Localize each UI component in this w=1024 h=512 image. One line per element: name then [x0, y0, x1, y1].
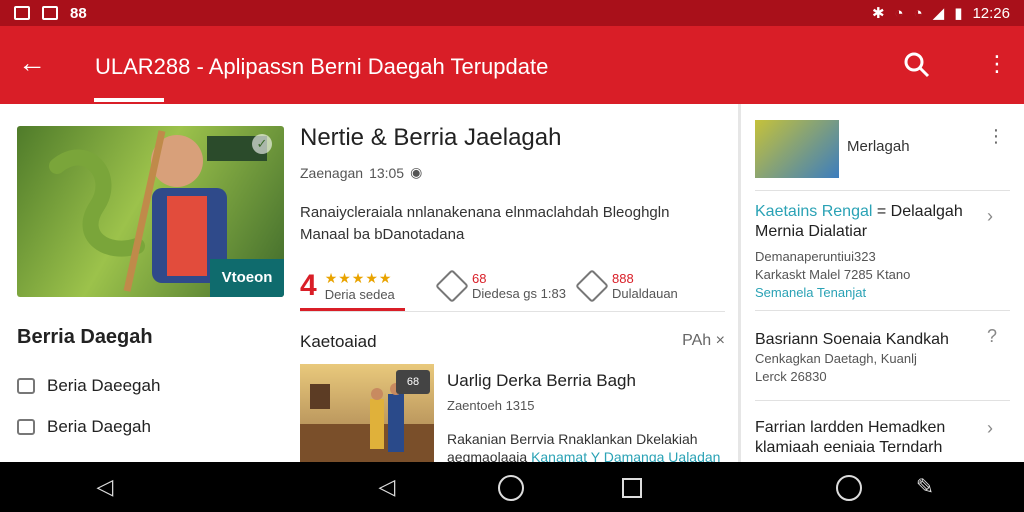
title-highlight: Kaetains Rengal	[755, 203, 873, 220]
card-description: Rakanian Berrvia Rnaklankan Dkelakiah ae…	[447, 430, 727, 466]
nav-assist-icon[interactable]	[836, 475, 862, 501]
divider	[755, 190, 1010, 191]
list-item-title: Kaetains Rengal = Delaalgah Mernia Diala…	[755, 202, 985, 242]
mail-icon	[42, 6, 58, 20]
list-item[interactable]: Farrian lardden Hemadken klamiaah eeniai…	[755, 418, 985, 458]
right-thumbnail[interactable]	[755, 120, 839, 178]
stat-label: Deria sedea	[324, 287, 395, 302]
signal-icon: ◢	[932, 5, 945, 22]
nav-feedback-icon[interactable]: ✎	[912, 475, 938, 501]
chevron-right-icon[interactable]: ›	[987, 418, 993, 439]
tag-icon	[435, 269, 469, 303]
card-meta: Zaentoeh 1315	[447, 398, 534, 413]
status-right: ✱ ◔ ◔ ◢ ▮ 12:26	[871, 4, 1010, 23]
info-icon[interactable]: ◉	[410, 164, 422, 181]
doc-icon	[17, 378, 35, 394]
list-item-sub: Cenkagkan Daetagh, Kuanlj	[755, 351, 917, 366]
list-item[interactable]: Kaetains Rengal = Delaalgah Mernia Diala…	[755, 202, 985, 302]
wifi-icon-2: ◔	[913, 4, 923, 22]
stat-value: 68	[472, 271, 487, 286]
back-arrow-icon[interactable]: ←	[18, 48, 52, 82]
card-thumbnail[interactable]: 68	[300, 364, 434, 462]
stat-label: Diedesa gs 1:83	[472, 286, 566, 301]
card-meta-author: Zaentoeh	[447, 398, 502, 413]
right-column: Merlagah ⋮ Kaetains Rengal = Delaalgah M…	[741, 104, 1024, 462]
rating-value: 4	[300, 269, 317, 302]
tab-indicator	[94, 98, 164, 102]
divider	[755, 400, 1010, 401]
nav-recent-icon[interactable]	[622, 478, 642, 498]
divider	[300, 311, 725, 312]
help-icon[interactable]: ?	[987, 326, 997, 347]
app-title: ULAR288 - Aplipassn Berni Daegah Terupda…	[95, 54, 549, 79]
status-left: 88	[14, 5, 87, 22]
card-title[interactable]: Uarlig Derka Berria Bagh	[447, 371, 636, 391]
status-time: 12:26	[972, 4, 1010, 22]
section-action-label: PAh	[682, 332, 712, 349]
meta-author: Zaenagan	[300, 164, 364, 181]
search-icon[interactable]	[902, 50, 932, 80]
battery-icon: ▮	[954, 5, 963, 22]
sidebar-item-1[interactable]: Beria Daeegah	[17, 376, 160, 396]
hero-tag: Vtoeon	[210, 259, 284, 297]
nav-back-icon-2[interactable]: ◁	[374, 475, 400, 501]
more-vert-icon[interactable]: ⋮	[986, 50, 1008, 80]
list-item-title: Basriann Soenaia Kandkah	[755, 331, 949, 348]
list-item-sub: Demanaperuntiui323	[755, 249, 876, 264]
list-item-sub2: Lerck 26830	[755, 369, 827, 384]
meta-time: 13:05	[369, 164, 405, 181]
status-left-label: 88	[70, 4, 87, 22]
nav-home-icon[interactable]	[498, 475, 524, 501]
gallery-icon	[14, 6, 30, 20]
stat-3[interactable]: 888 Dulaldauan	[575, 260, 720, 312]
stat-label: Dulaldauan	[612, 286, 678, 301]
article-meta: Zaenagan 13:05 ◉	[300, 164, 422, 181]
sidebar-heading: Berria Daegah	[17, 326, 153, 348]
nav-bar: ◁ ◁ ✎	[0, 462, 1024, 512]
right-heading: Merlagah	[847, 138, 910, 155]
sidebar-item-label: Beria Daeegah	[47, 376, 161, 395]
chevron-right-icon[interactable]: ›	[987, 206, 993, 227]
close-icon[interactable]: ×	[716, 332, 725, 349]
wifi-icon: ◔	[894, 4, 904, 22]
app-bar: ← ULAR288 - Aplipassn Berni Daegah Terup…	[0, 26, 1024, 104]
article-title[interactable]: Nertie & Berria Jaelagah	[300, 124, 561, 152]
stat-rating[interactable]: 4 ★★★★★ Deria sedea	[300, 260, 440, 312]
shield-icon	[575, 269, 609, 303]
list-item-title: Farrian lardden Hemadken klamiaah eeniai…	[755, 419, 946, 456]
nav-back-icon[interactable]: ◁	[92, 475, 118, 501]
card-meta-time: 1315	[505, 398, 535, 413]
check-icon[interactable]: ✓	[252, 134, 272, 154]
star-rating: ★★★★★	[324, 270, 393, 286]
list-item-sub3[interactable]: Semanela Tenanjat	[755, 284, 985, 302]
center-column: Nertie & Berria Jaelagah Zaenagan 13:05 …	[300, 104, 725, 465]
sidebar-item-label: Beria Daegah	[47, 417, 151, 436]
list-item[interactable]: Basriann Soenaia Kandkah Cenkagkan Daeta…	[755, 330, 985, 386]
stats-row: 4 ★★★★★ Deria sedea 68 Diedesa gs 1:83 8…	[300, 260, 720, 312]
list-item-sub2: Karkaskt Malel 7285 Ktano	[755, 267, 911, 282]
sidebar-item-2[interactable]: Beria Daegah	[17, 417, 151, 437]
divider	[755, 310, 1010, 311]
stat-value: 888	[612, 271, 634, 286]
card-badge: 68	[396, 370, 430, 394]
status-bar: 88 ✱ ◔ ◔ ◢ ▮ 12:26	[0, 0, 1024, 26]
left-column: ✓ Vtoeon Berria Daegah Beria Daeegah Ber…	[0, 104, 288, 462]
section-action[interactable]: PAh ×	[682, 332, 725, 350]
doc-icon	[17, 419, 35, 435]
section-label: Kaetoaiad	[300, 332, 377, 351]
article-description: Ranaiycleraiala nnlanakenana elnmaclahda…	[300, 204, 670, 243]
more-vert-icon[interactable]: ⋮	[987, 126, 1005, 147]
hero-image[interactable]: ✓ Vtoeon	[17, 126, 284, 297]
stat-2[interactable]: 68 Diedesa gs 1:83	[435, 260, 580, 312]
bluetooth-icon: ✱	[871, 5, 885, 22]
